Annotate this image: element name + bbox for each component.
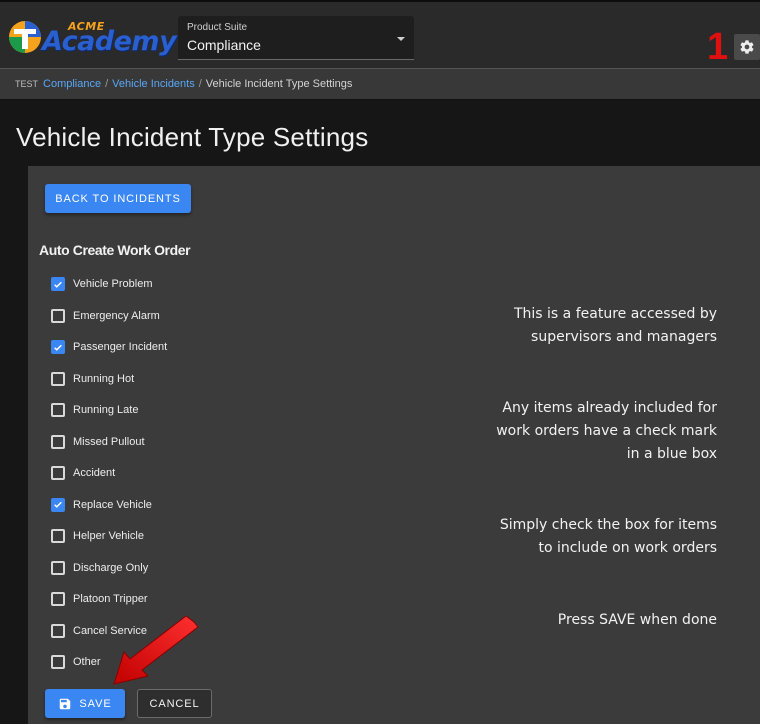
checkbox-label: Running Late (73, 404, 139, 416)
annotation-line: This is a feature accessed by (513, 306, 717, 322)
gear-icon (740, 40, 754, 54)
annotation-save-note: Press SAVE when done (558, 609, 717, 632)
check-icon (54, 501, 62, 508)
product-suite-value: Compliance (187, 37, 261, 53)
section-title-auto-create-work-order: Auto Create Work Order (39, 242, 191, 258)
incident-type-helper-vehicle[interactable]: Helper Vehicle (51, 526, 144, 546)
incident-type-platoon-tripper[interactable]: Platoon Tripper (51, 589, 148, 609)
breadcrumb-link-compliance[interactable]: Compliance (43, 78, 101, 90)
checkbox[interactable] (51, 434, 65, 449)
annotation-check-box-note: Simply check the box for items to includ… (500, 514, 717, 560)
incident-type-other[interactable]: Other (51, 652, 101, 672)
incident-type-passenger-incident[interactable]: Passenger Incident (51, 337, 167, 357)
checkbox-label: Vehicle Problem (73, 278, 153, 290)
checkbox[interactable] (51, 529, 65, 543)
checkbox[interactable] (51, 497, 65, 512)
checkbox[interactable] (51, 277, 65, 291)
checkbox-label: Other (73, 656, 101, 668)
checkbox-label: Accident (73, 467, 116, 479)
incident-type-replace-vehicle[interactable]: Replace Vehicle (51, 495, 152, 515)
annotation-line: work orders have a check mark (496, 423, 717, 439)
logo-mark-icon (9, 21, 41, 53)
checkbox[interactable] (51, 308, 65, 323)
annotation-line: Any items already included for (502, 400, 717, 416)
annotation-step-number: 1 (707, 26, 729, 68)
cancel-button[interactable]: CANCEL (137, 689, 212, 718)
logo-academy-text: Academy (42, 26, 177, 57)
annotation-checkmark-note: Any items already included for work orde… (496, 397, 717, 466)
environment-badge: TEST (15, 79, 39, 89)
annotation-line: Simply check the box for items (499, 517, 717, 533)
floppy-disk-icon (60, 698, 71, 709)
checkbox-label: Platoon Tripper (73, 593, 148, 605)
checkbox[interactable] (51, 403, 65, 417)
page-title: Vehicle Incident Type Settings (16, 122, 369, 152)
checkbox-label: Missed Pullout (73, 435, 145, 448)
check-icon (54, 344, 62, 351)
save-button-label: SAVE (79, 697, 112, 710)
checkbox[interactable] (51, 371, 65, 386)
checkbox-label: Passenger Incident (73, 341, 168, 353)
save-button[interactable]: SAVE (45, 689, 125, 718)
annotation-line: supervisors and managers (531, 329, 717, 345)
logo-acme-text: ACME (68, 20, 105, 33)
checkbox-label: Helper Vehicle (73, 530, 144, 542)
annotation-line: in a blue box (626, 446, 717, 462)
incident-type-running-hot[interactable]: Running Hot (51, 369, 134, 389)
checkbox[interactable] (51, 466, 65, 480)
incident-type-accident[interactable]: Accident (51, 463, 115, 483)
red-arrow-icon (113, 615, 199, 685)
breadcrumb-separator: / (198, 78, 202, 90)
check-icon (54, 281, 62, 288)
acme-academy-logo[interactable]: Academy ACME (8, 16, 177, 60)
chevron-down-icon (397, 37, 405, 41)
product-suite-select[interactable]: Product Suite Compliance (178, 16, 414, 60)
incident-type-running-late[interactable]: Running Late (51, 400, 138, 420)
checkbox-label: Running Hot (73, 372, 135, 385)
incident-type-emergency-alarm[interactable]: Emergency Alarm (51, 306, 160, 326)
checkbox[interactable] (51, 592, 65, 606)
checkbox-label: Emergency Alarm (73, 309, 160, 322)
settings-button[interactable] (734, 34, 760, 60)
breadcrumb-current: Vehicle Incident Type Settings (205, 78, 353, 90)
product-suite-label: Product Suite (187, 22, 248, 33)
annotation-access-note: This is a feature accessed by supervisor… (514, 303, 717, 349)
annotation-line: Press SAVE when done (557, 612, 717, 628)
incident-type-missed-pullout[interactable]: Missed Pullout (51, 432, 145, 452)
checkbox[interactable] (51, 340, 65, 354)
annotation-line: to include on work orders (538, 540, 717, 556)
breadcrumb-link-vehicle-incidents[interactable]: Vehicle Incidents (112, 78, 195, 90)
incident-type-vehicle-problem[interactable]: Vehicle Problem (51, 274, 153, 294)
back-to-incidents-button[interactable]: BACK TO INCIDENTS (45, 184, 191, 213)
checkbox[interactable] (51, 623, 65, 638)
breadcrumb-separator: / (105, 78, 109, 90)
checkbox-label: Discharge Only (73, 561, 149, 574)
app-header: Academy ACME Product Suite Compliance 1 (0, 0, 760, 68)
checkbox[interactable] (51, 560, 65, 575)
breadcrumb: TEST Compliance / Vehicle Incidents / Ve… (0, 68, 760, 100)
incident-type-discharge-only[interactable]: Discharge Only (51, 558, 148, 578)
checkbox-label: Replace Vehicle (73, 498, 152, 511)
checkbox[interactable] (51, 655, 65, 669)
